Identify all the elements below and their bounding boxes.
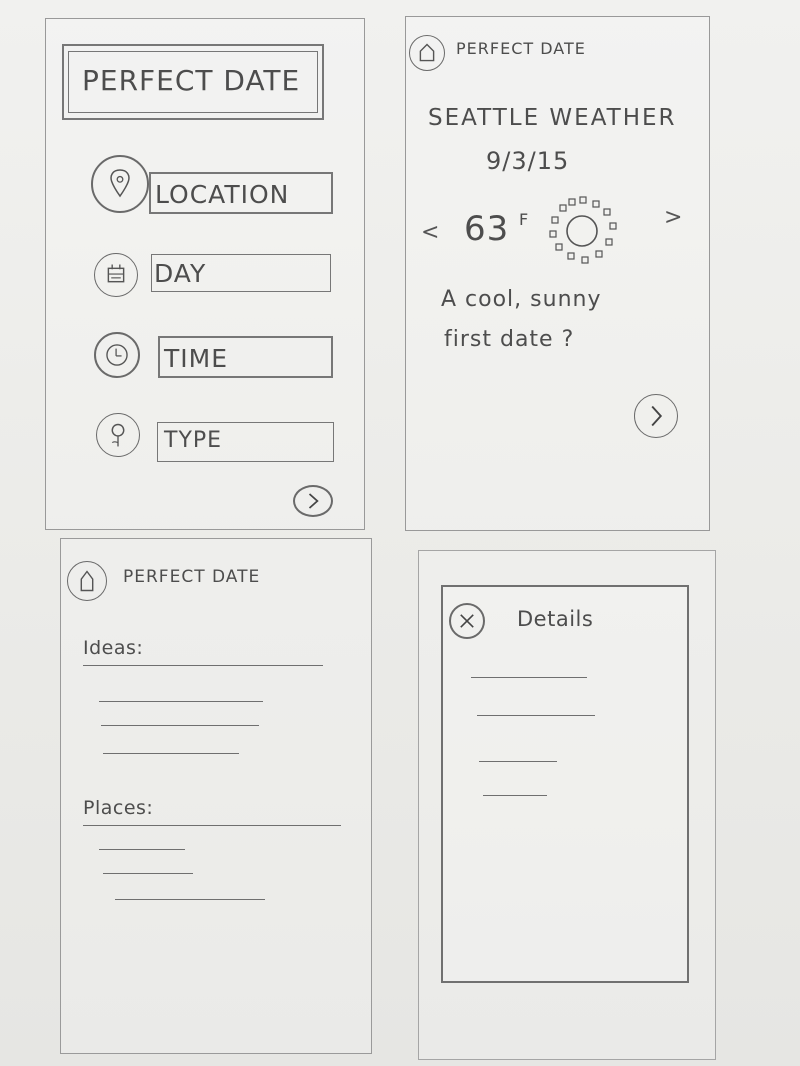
screen-details-backdrop: Details [418, 550, 716, 1060]
temperature-unit: F [519, 210, 530, 229]
chevron-right-icon[interactable] [634, 394, 678, 438]
title-banner: PERFECT DATE [62, 44, 324, 120]
screen-date-form: PERFECT DATE LOCATION DAY TIME TYPE [45, 18, 365, 530]
close-icon[interactable] [449, 603, 485, 639]
chevron-right-icon[interactable] [293, 485, 333, 517]
list-item [101, 725, 259, 726]
list-item [115, 899, 265, 900]
location-field-label: LOCATION [155, 180, 290, 209]
list-item [99, 849, 185, 850]
prev-day-button[interactable]: < [421, 220, 439, 245]
next-day-button[interactable]: > [664, 205, 682, 230]
weather-message-line1: A cool, sunny [441, 287, 602, 312]
time-field-label: TIME [164, 344, 229, 373]
day-field[interactable]: DAY [151, 254, 331, 292]
weather-message-line2: first date ? [444, 327, 575, 352]
header-title: PERFECT DATE [456, 39, 586, 58]
details-modal: Details [441, 585, 689, 983]
list-item [103, 753, 239, 754]
location-pin-icon [91, 155, 149, 213]
screen-ideas: PERFECT DATE Ideas: Places: [60, 538, 372, 1054]
temperature-value: 63 [464, 209, 510, 249]
app-title: PERFECT DATE [82, 64, 301, 97]
list-item [471, 677, 587, 678]
list-item [103, 873, 193, 874]
sun-icon [534, 189, 626, 273]
type-field[interactable]: TYPE [157, 422, 334, 462]
places-divider [83, 825, 341, 826]
location-field[interactable]: LOCATION [149, 172, 333, 214]
day-field-label: DAY [154, 259, 207, 288]
weather-heading: SEATTLE WEATHER [428, 105, 677, 131]
ideas-label: Ideas: [83, 637, 144, 659]
ideas-divider [83, 665, 323, 666]
time-field[interactable]: TIME [158, 336, 333, 378]
home-icon[interactable] [409, 35, 445, 71]
list-item [483, 795, 547, 796]
header-title: PERFECT DATE [123, 567, 261, 587]
flower-icon [96, 413, 140, 457]
list-item [99, 701, 263, 702]
home-icon[interactable] [67, 561, 107, 601]
places-label: Places: [83, 797, 154, 819]
clock-icon [94, 332, 140, 378]
type-field-label: TYPE [164, 428, 223, 453]
weather-date: 9/3/15 [486, 147, 570, 175]
details-title: Details [517, 607, 594, 631]
list-item [479, 761, 557, 762]
sketch-paper: PERFECT DATE LOCATION DAY TIME TYPE PERF… [0, 0, 800, 1066]
screen-weather: PERFECT DATE SEATTLE WEATHER 9/3/15 < 63… [405, 16, 710, 531]
calendar-icon [94, 253, 138, 297]
list-item [477, 715, 595, 716]
